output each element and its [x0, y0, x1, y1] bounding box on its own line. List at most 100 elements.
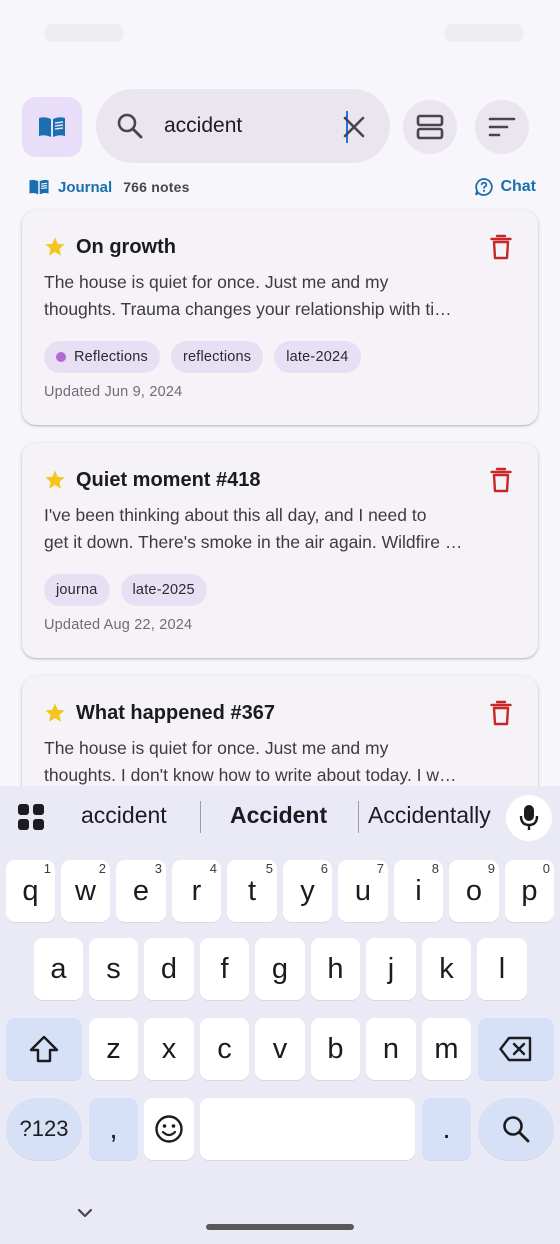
key-label: i — [415, 874, 422, 907]
delete-icon[interactable] — [490, 234, 512, 260]
suggestion-bar: accident Accident Accidentally — [0, 786, 560, 848]
key-z[interactable]: z — [89, 1018, 138, 1080]
star-icon[interactable] — [44, 469, 66, 491]
suggestion-item[interactable]: Accidentally — [368, 802, 491, 829]
key-label: h — [327, 952, 344, 985]
key-label: g — [271, 952, 289, 985]
key-w[interactable]: w2 — [61, 860, 110, 922]
tag-label: reflections — [182, 349, 252, 365]
key-s[interactable]: s — [89, 938, 138, 1000]
status-time — [44, 24, 124, 42]
tag-label: Reflections — [74, 349, 148, 365]
key-h[interactable]: h — [311, 938, 360, 1000]
status-bar — [0, 0, 560, 70]
on-screen-keyboard: accident Accident Accidentally q1 w2 e3 … — [0, 786, 560, 1244]
key-hint: 0 — [542, 861, 550, 876]
tag-chip[interactable]: journa — [44, 574, 110, 606]
emoji-key[interactable] — [144, 1098, 194, 1160]
delete-icon[interactable] — [490, 700, 512, 726]
note-preview-line: thoughts. I don't know how to write abou… — [44, 765, 457, 785]
key-label: m — [434, 1032, 459, 1065]
sort-icon — [488, 117, 516, 137]
key-hint: 5 — [265, 861, 273, 876]
shift-key[interactable] — [6, 1018, 82, 1080]
apps-grid-icon[interactable] — [17, 803, 45, 831]
journal-selector[interactable]: Journal — [28, 178, 112, 196]
comma-key[interactable]: , — [89, 1098, 138, 1160]
note-card[interactable]: Quiet moment #418 I've been thinking abo… — [22, 443, 538, 658]
star-icon[interactable] — [44, 236, 66, 258]
sort-button[interactable] — [475, 100, 529, 154]
period-key[interactable]: . — [422, 1098, 471, 1160]
microphone-icon — [519, 805, 539, 830]
key-x[interactable]: x — [144, 1018, 194, 1080]
note-preview-line: thoughts. Trauma changes your relationsh… — [44, 299, 452, 319]
voice-input-button[interactable] — [506, 795, 552, 841]
star-icon[interactable] — [44, 702, 66, 724]
suggestion-item[interactable]: Accident — [230, 802, 327, 829]
key-l[interactable]: l — [477, 938, 527, 1000]
note-updated-date: Updated Jun 9, 2024 — [44, 384, 183, 400]
key-q[interactable]: q1 — [6, 860, 55, 922]
key-label: d — [160, 952, 178, 985]
notes-subheader: Journal 766 notes Chat — [28, 176, 536, 198]
key-b[interactable]: b — [311, 1018, 360, 1080]
key-o[interactable]: o9 — [449, 860, 499, 922]
tag-chip[interactable]: Reflections — [44, 341, 160, 373]
key-f[interactable]: f — [200, 938, 249, 1000]
space-key[interactable] — [200, 1098, 415, 1160]
key-m[interactable]: m — [422, 1018, 471, 1080]
search-icon — [117, 113, 143, 139]
search-icon — [503, 1116, 530, 1143]
close-icon[interactable] — [340, 113, 368, 141]
key-t[interactable]: t5 — [227, 860, 277, 922]
key-a[interactable]: a — [34, 938, 83, 1000]
journal-label: Journal — [58, 178, 113, 196]
key-p[interactable]: p0 — [505, 860, 554, 922]
key-n[interactable]: n — [366, 1018, 416, 1080]
tag-chip[interactable]: late-2024 — [274, 341, 361, 373]
key-d[interactable]: d — [144, 938, 194, 1000]
key-i[interactable]: i8 — [394, 860, 443, 922]
key-c[interactable]: c — [200, 1018, 249, 1080]
note-preview: The house is quiet for once. Just me and… — [44, 735, 514, 789]
search-bar[interactable] — [96, 89, 390, 163]
key-v[interactable]: v — [255, 1018, 305, 1080]
key-r[interactable]: r4 — [172, 860, 221, 922]
note-preview-line: The house is quiet for once. Just me and… — [44, 272, 389, 292]
key-hint: 7 — [376, 861, 384, 876]
search-action-key[interactable] — [478, 1098, 554, 1160]
key-label: w — [75, 874, 96, 907]
key-label: j — [387, 952, 395, 985]
delete-icon[interactable] — [490, 467, 512, 493]
tag-color-dot — [56, 352, 66, 362]
symbols-key[interactable]: ?123 — [6, 1098, 82, 1160]
home-gesture-pill[interactable] — [206, 1224, 354, 1230]
key-j[interactable]: j — [366, 938, 416, 1000]
chat-button[interactable]: Chat — [474, 177, 536, 197]
key-y[interactable]: y6 — [283, 860, 332, 922]
key-k[interactable]: k — [422, 938, 471, 1000]
note-card[interactable]: On growth The house is quiet for once. J… — [22, 210, 538, 425]
search-input[interactable] — [164, 106, 364, 146]
key-hint: 9 — [487, 861, 495, 876]
suggestion-item[interactable]: accident — [81, 802, 167, 829]
backspace-key[interactable] — [478, 1018, 554, 1080]
shift-icon — [29, 1035, 59, 1063]
note-preview: The house is quiet for once. Just me and… — [44, 269, 514, 323]
key-e[interactable]: e3 — [116, 860, 166, 922]
key-label: z — [106, 1032, 121, 1065]
tag-chip[interactable]: reflections — [170, 341, 264, 373]
key-g[interactable]: g — [255, 938, 305, 1000]
note-preview-line: The house is quiet for once. Just me and… — [44, 738, 389, 758]
key-hint: 4 — [209, 861, 217, 876]
key-label: f — [220, 952, 229, 985]
tag-chip[interactable]: late-2025 — [120, 574, 207, 606]
tag-label: late-2024 — [286, 349, 349, 365]
journal-logo-button[interactable] — [22, 97, 82, 157]
note-preview: I've been thinking about this all day, a… — [44, 502, 514, 556]
key-label: a — [50, 952, 67, 985]
view-toggle-button[interactable] — [403, 100, 457, 154]
chevron-down-icon[interactable] — [74, 1202, 96, 1224]
key-u[interactable]: u7 — [338, 860, 388, 922]
